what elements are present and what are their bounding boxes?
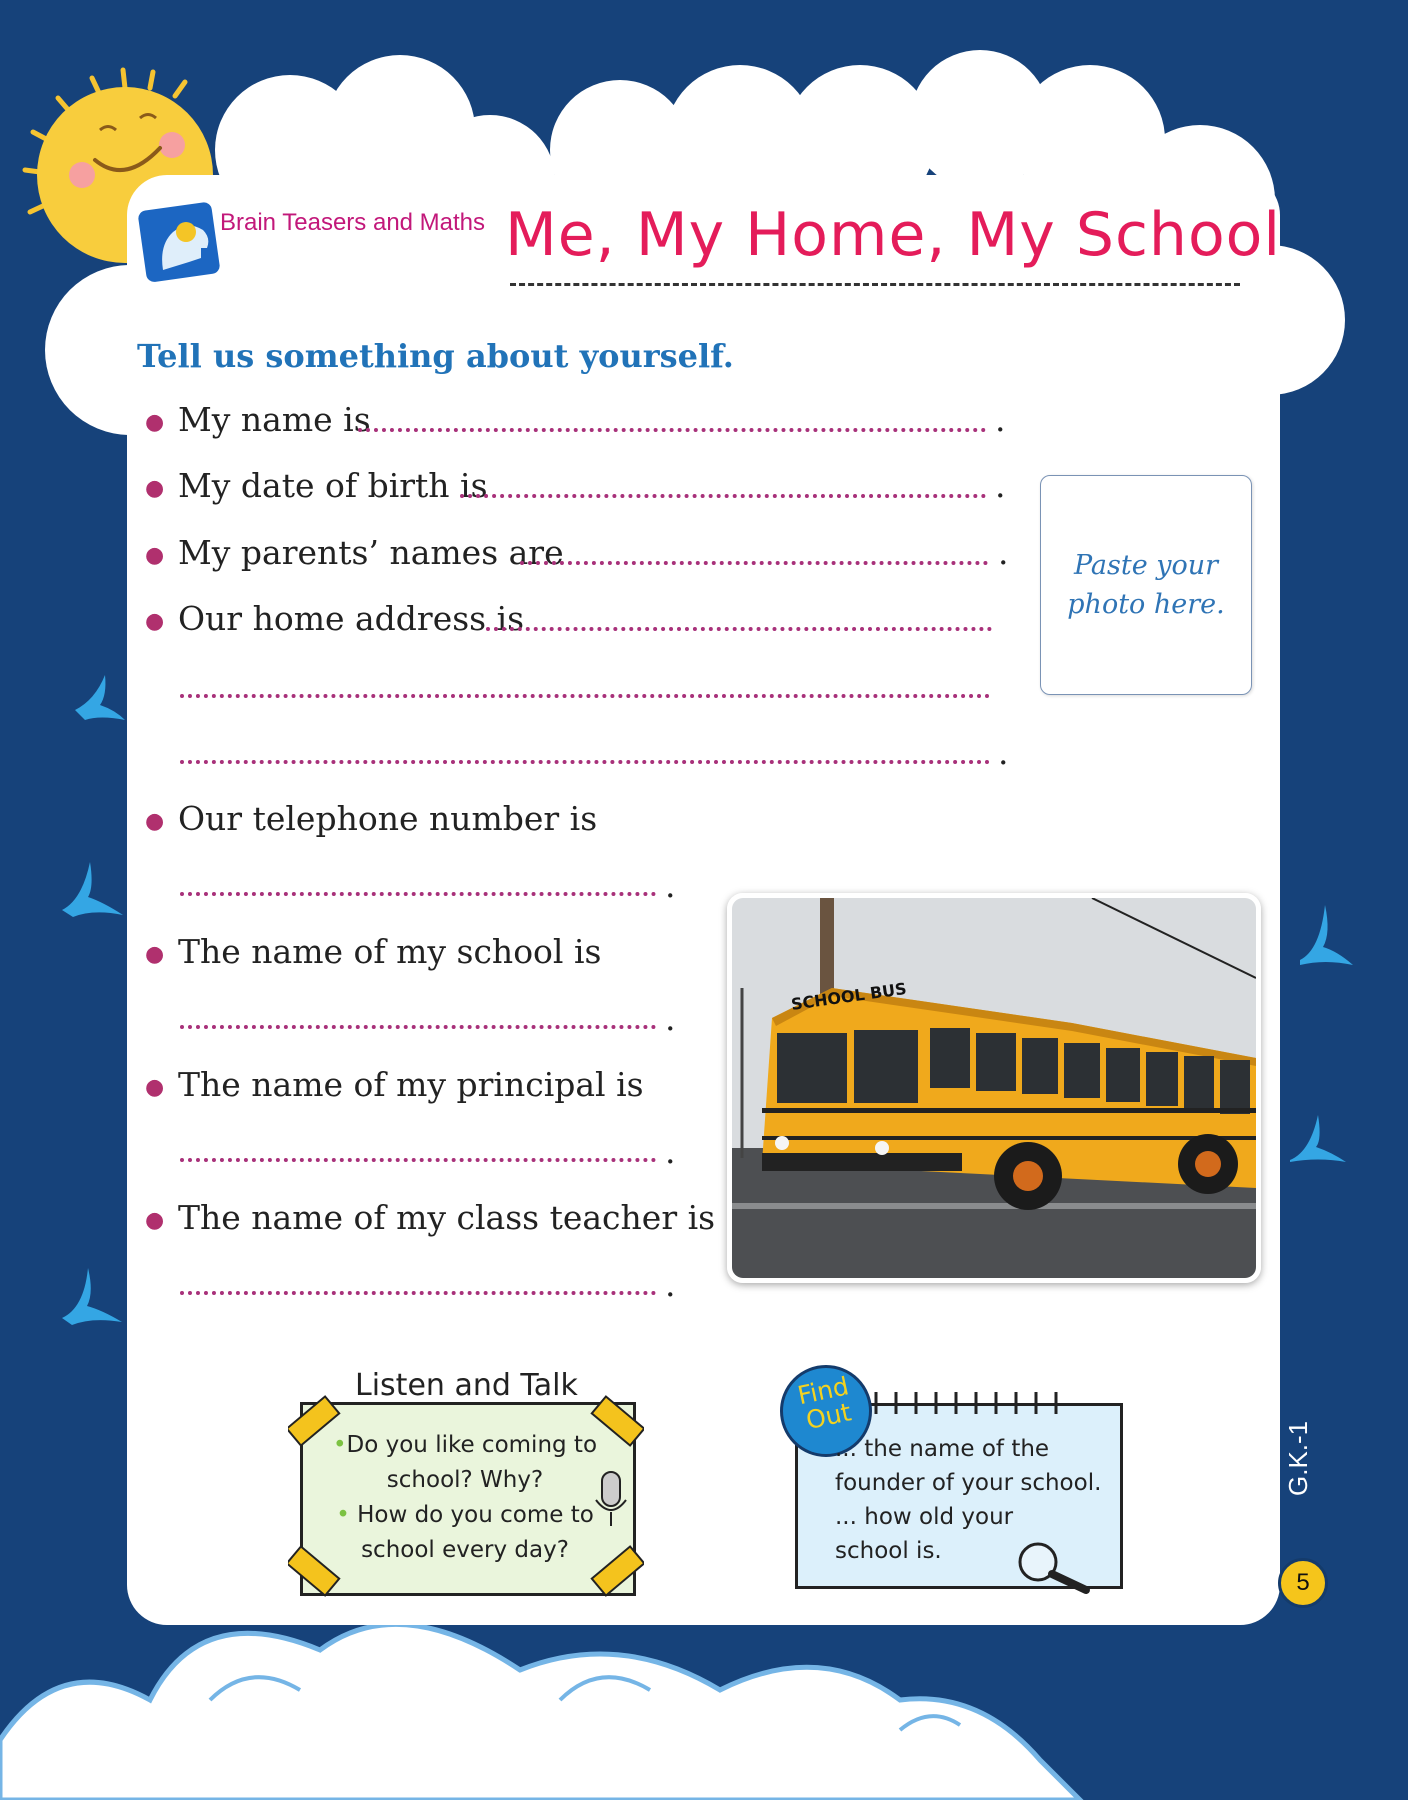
address-blank-2[interactable] (180, 694, 990, 698)
address-blank-3[interactable] (180, 760, 990, 764)
title-underline (510, 283, 1240, 286)
photo-paste-box[interactable]: Paste your photo here. (1040, 475, 1252, 695)
field-label-parents: My parents’ names are (178, 533, 564, 572)
field-label-address: Our home address is (178, 599, 525, 638)
bullet-icon: ● (145, 1075, 165, 1100)
field-label-dob: My date of birth is (178, 466, 488, 505)
full-stop: . (665, 1132, 676, 1171)
full-stop: . (998, 733, 1009, 772)
page-number: 5 (1278, 1558, 1328, 1608)
parents-blank[interactable] (520, 561, 988, 565)
principal-blank[interactable] (180, 1158, 656, 1162)
question-1: Do you like coming to school? Why? (346, 1432, 598, 1493)
bullet-icon (808, 1440, 820, 1452)
full-stop: . (995, 400, 1006, 439)
bird-icon (1290, 1115, 1346, 1162)
bullet-icon: ● (145, 609, 165, 634)
intro-heading: Tell us something about yourself. (137, 337, 734, 375)
field-label-class-teacher: The name of my class teacher is (178, 1198, 716, 1237)
school-blank[interactable] (180, 1025, 656, 1029)
full-stop: . (665, 999, 676, 1038)
telephone-blank[interactable] (180, 892, 656, 896)
photo-box-text: Paste your photo here. (1067, 550, 1225, 620)
bird-icon (62, 1268, 122, 1325)
bird-icon (62, 862, 123, 917)
full-stop: . (665, 866, 676, 905)
listen-talk-questions: •Do you like coming to school? Why? • Ho… (332, 1432, 598, 1563)
full-stop: . (998, 533, 1009, 572)
class-teacher-blank[interactable] (180, 1291, 656, 1295)
dob-blank[interactable] (460, 494, 986, 498)
find-out-item-2: ... how old your school is. (835, 1504, 1014, 1564)
page-title: Me, My Home, My School (505, 200, 1282, 270)
field-label-telephone: Our telephone number is (178, 799, 598, 838)
bullet-icon: ● (145, 809, 165, 834)
spiral-binding-icon (874, 1392, 1058, 1414)
bullet-icon: ● (145, 942, 165, 967)
bullet-icon: ● (145, 410, 165, 435)
logo-text: Brain Teasers and Maths (220, 209, 486, 236)
full-stop: . (665, 1265, 676, 1304)
school-bus-photo: SCHOOL BUS (727, 893, 1261, 1283)
book-code: G.K.-1 (1283, 1420, 1313, 1496)
full-stop: . (995, 466, 1006, 505)
field-label-principal: The name of my principal is (178, 1065, 644, 1104)
field-label-name: My name is (178, 400, 371, 439)
name-blank[interactable] (358, 428, 986, 432)
bird-icon (1300, 905, 1353, 965)
brain-teaser-logo (138, 202, 220, 282)
field-label-school: The name of my school is (178, 932, 602, 971)
bullet-icon: ● (145, 1208, 165, 1233)
bird-icon (75, 675, 125, 720)
address-blank-1[interactable] (486, 627, 992, 631)
find-out-item-1: ... the name of the founder of your scho… (835, 1436, 1102, 1496)
bullet-icon: ● (145, 543, 165, 568)
magnifying-glass-icon (1018, 1542, 1090, 1594)
question-2: How do you come to school every day? (357, 1502, 594, 1563)
microphone-icon (595, 1471, 627, 1526)
bullet-icon: ● (145, 476, 165, 501)
